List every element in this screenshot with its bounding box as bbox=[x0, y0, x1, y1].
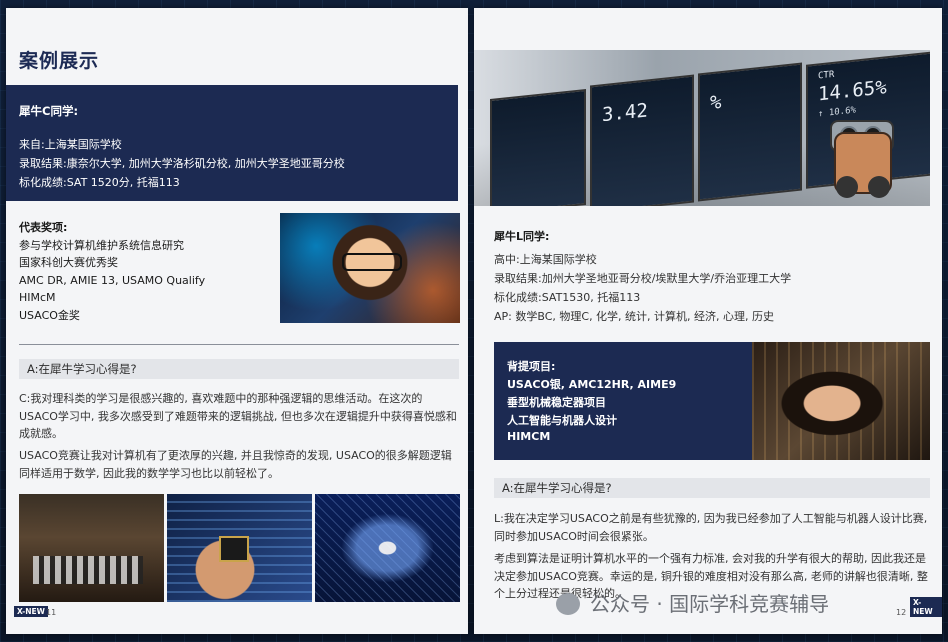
award-item: HIMcM bbox=[19, 291, 56, 304]
robot-wheel bbox=[836, 176, 858, 198]
robot-dashboard-photo: 3.42 % CTR 14.65% ↑ 10.6% bbox=[474, 50, 930, 206]
student-c-admission: 录取结果:康奈尔大学, 加州大学洛杉矶分校, 加州大学圣地亚哥分校 bbox=[19, 157, 345, 170]
chip-in-hand-photo bbox=[167, 494, 312, 602]
dashboard-screen: % bbox=[698, 62, 802, 202]
project-item: 人工智能与机器人设计 bbox=[507, 414, 617, 427]
brand-tag: X-NEW bbox=[910, 597, 942, 617]
screen-value: 3.42 bbox=[602, 99, 648, 127]
award-item: USACO金奖 bbox=[19, 308, 80, 322]
answer-paragraph-1: L:我在决定学习USACO之前是有些犹豫的, 因为我已经参加了人工智能与机器人设… bbox=[494, 512, 928, 543]
page-number: 11 bbox=[46, 608, 57, 617]
page-title: 案例展示 bbox=[19, 50, 100, 72]
student-c-scores: 标化成绩:SAT 1520分, 托福113 bbox=[19, 176, 180, 189]
wechat-watermark: 公众号 · 国际学科竞赛辅导 bbox=[556, 588, 829, 617]
student-boy-photo bbox=[280, 213, 460, 323]
circuit-brain-photo bbox=[315, 494, 460, 602]
student-l-admission: 录取结果:加州大学圣地亚哥分校/埃默里大学/乔治亚理工大学 bbox=[494, 272, 792, 285]
brand-tag: X-NEW bbox=[14, 606, 48, 617]
answer-paragraph-2: USACO竞赛让我对计算机有了更浓厚的兴趣, 并且我惊奇的发现, USACO的很… bbox=[19, 449, 452, 480]
right-page: 3.42 % CTR 14.65% ↑ 10.6% 犀牛L同学: 高中:上海某国… bbox=[474, 8, 942, 634]
left-page: 案例展示 犀牛C同学: 来自:上海某国际学校 录取结果:康奈尔大学, 加州大学洛… bbox=[6, 8, 468, 634]
dashboard-screen bbox=[490, 88, 586, 206]
dashboard-screen: 3.42 bbox=[590, 74, 694, 206]
section-divider bbox=[19, 344, 459, 345]
project-item: USACO银, AMC12HR, AIME9 bbox=[507, 378, 677, 391]
student-girl-photo bbox=[752, 342, 930, 460]
project-item: 垂型机械稳定器项目 bbox=[507, 396, 606, 409]
award-item: AMC DR, AMIE 13, USAMO Qualify bbox=[19, 273, 206, 287]
qa-question-bar: A:在犀牛学习心得是? bbox=[19, 359, 459, 379]
answer-paragraph-1: C:我对理科类的学习是很感兴趣的, 喜欢难题中的那种强逻辑的思维活动。在这次的U… bbox=[19, 392, 457, 440]
ctr-value: 14.65% bbox=[818, 76, 887, 106]
student-l-scores: 标化成绩:SAT1530, 托福113 bbox=[494, 291, 641, 304]
ctr-label: CTR bbox=[818, 69, 835, 82]
project-item: HIMCM bbox=[507, 430, 551, 443]
enigma-machine-photo bbox=[19, 494, 164, 602]
student-c-name: 犀牛C同学: bbox=[19, 104, 79, 118]
projects-heading: 背提项目: bbox=[507, 360, 556, 373]
student-l-ap: AP: 数学BC, 物理C, 化学, 统计, 计算机, 经济, 心理, 历史 bbox=[494, 310, 775, 323]
award-item: 参与学校计算机维护系统信息研究 bbox=[19, 238, 184, 252]
student-l-name: 犀牛L同学: bbox=[494, 230, 550, 243]
background-projects-box: 背提项目: USACO银, AMC12HR, AIME9 垂型机械稳定器项目 人… bbox=[494, 342, 752, 460]
student-c-info-box: 犀牛C同学: 来自:上海某国际学校 录取结果:康奈尔大学, 加州大学洛杉矶分校,… bbox=[6, 85, 458, 201]
screen-value: % bbox=[710, 91, 722, 115]
watermark-text: 公众号 · 国际学科竞赛辅导 bbox=[590, 592, 830, 616]
page-number: 12 bbox=[896, 608, 907, 617]
wechat-icon bbox=[556, 593, 580, 615]
robot-wheel bbox=[868, 176, 890, 198]
glasses-shape bbox=[342, 253, 402, 271]
ctr-change: ↑ 10.6% bbox=[818, 105, 856, 120]
chip-shape bbox=[219, 536, 249, 562]
keyboard-shape bbox=[33, 556, 143, 584]
award-item: 国家科创大赛优秀奖 bbox=[19, 256, 118, 269]
student-c-from: 来自:上海某国际学校 bbox=[19, 138, 122, 151]
qa-question-bar: A:在犀牛学习心得是? bbox=[494, 478, 930, 498]
awards-list: 代表奖项: 参与学校计算机维护系统信息研究 国家科创大赛优秀奖 AMC DR, … bbox=[19, 219, 205, 324]
student-l-school: 高中:上海某国际学校 bbox=[494, 253, 597, 266]
awards-heading: 代表奖项: bbox=[19, 221, 68, 234]
